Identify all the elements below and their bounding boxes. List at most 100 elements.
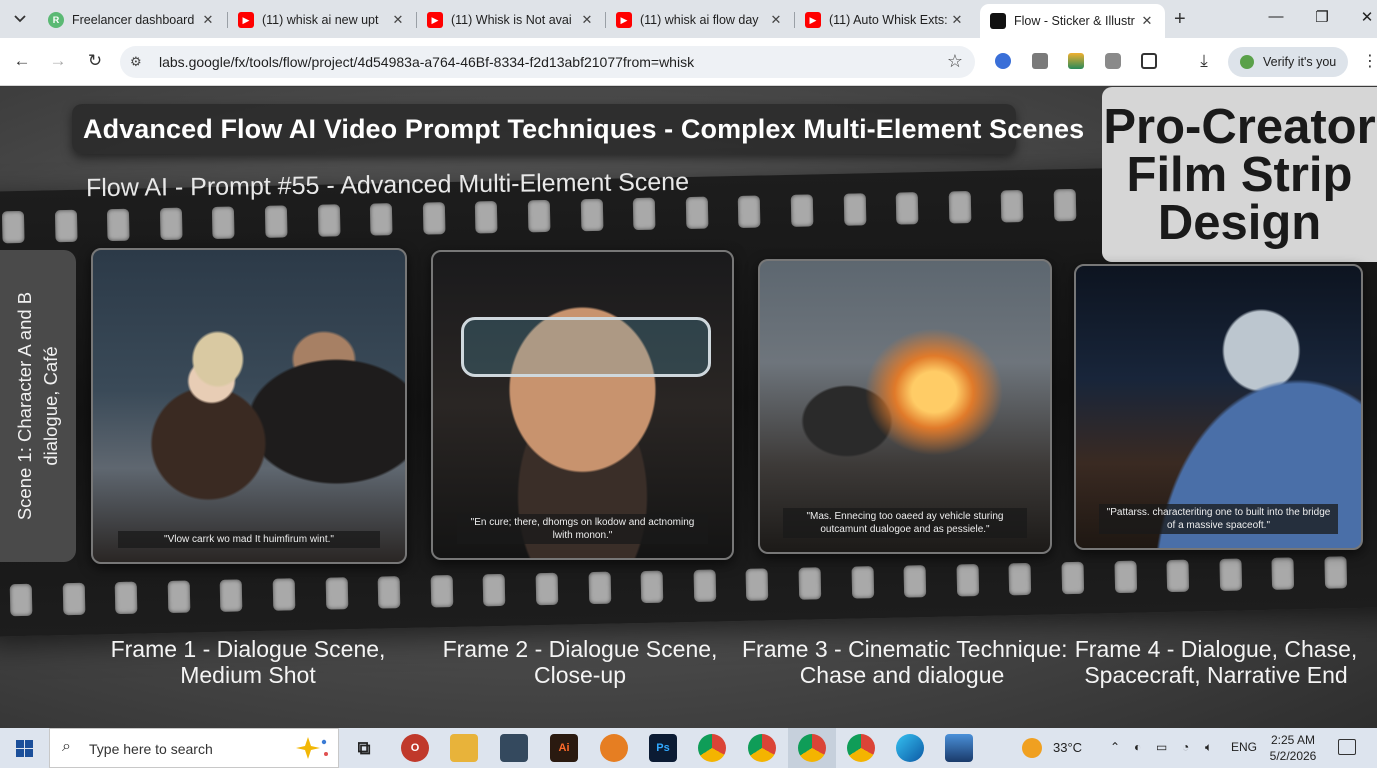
sprocket-hole bbox=[685, 196, 709, 230]
chevron-down-icon bbox=[14, 15, 26, 23]
sprocket-hole bbox=[903, 565, 927, 598]
extension-image-icon[interactable] bbox=[1032, 53, 1048, 69]
sprocket-hole bbox=[1114, 560, 1137, 594]
pro-creator-badge: Pro-Creator Film Strip Design bbox=[1102, 87, 1377, 262]
extension-shield-icon[interactable] bbox=[995, 53, 1011, 69]
profile-verify-button[interactable]: Verify it's you bbox=[1228, 47, 1348, 77]
url-text[interactable]: labs.google/fx/tools/flow/project/4d5498… bbox=[159, 54, 694, 70]
sprocket-hole bbox=[422, 202, 446, 235]
sprocket-hole bbox=[377, 576, 401, 609]
sprocket-hole bbox=[1008, 562, 1032, 596]
tab-youtube-1[interactable]: ▶ (11) whisk ai new upt ✕ bbox=[228, 4, 416, 36]
scene-label: Scene 1: Character A and Bdialogue, Café bbox=[12, 292, 64, 520]
tray-app-icon[interactable]: ◐ bbox=[1134, 740, 1141, 754]
bookmark-star-icon[interactable]: ☆ bbox=[947, 51, 963, 72]
file-explorer-icon[interactable] bbox=[450, 734, 478, 762]
tab-freelancer[interactable]: R Freelancer dashboard ✕ bbox=[38, 4, 226, 36]
app-icon[interactable] bbox=[500, 734, 528, 762]
extension-landscape-icon[interactable] bbox=[1068, 53, 1084, 69]
close-icon[interactable]: ✕ bbox=[579, 12, 595, 28]
weather-sun-icon[interactable] bbox=[1022, 738, 1042, 758]
camera-icon[interactable] bbox=[1105, 53, 1121, 69]
back-button[interactable]: ← bbox=[11, 50, 33, 72]
close-icon[interactable]: ✕ bbox=[200, 12, 216, 28]
sprocket-hole bbox=[895, 192, 919, 225]
scene-label-line: dialogue, Café bbox=[40, 346, 61, 466]
new-tab-button[interactable]: + bbox=[1174, 8, 1186, 31]
tray-chevron-icon[interactable]: ⌃ bbox=[1110, 740, 1120, 754]
sprocket-hole bbox=[9, 583, 33, 617]
sprocket-hole bbox=[745, 568, 769, 601]
download-icon[interactable]: ⤓ bbox=[1193, 50, 1215, 72]
sprocket-hole bbox=[483, 573, 506, 607]
frame-4-image: "Pattarss. characteriting one to built i… bbox=[1074, 264, 1363, 550]
sprocket-hole bbox=[588, 571, 611, 605]
address-bar[interactable]: ⚙ labs.google/fx/tools/flow/project/4d54… bbox=[120, 46, 975, 78]
minimize-button[interactable]: — bbox=[1266, 8, 1286, 25]
illustrator-icon[interactable]: Ai bbox=[550, 734, 578, 762]
sprocket-hole bbox=[1053, 188, 1077, 222]
sprocket-hole bbox=[430, 575, 454, 608]
clock[interactable]: 2:25 AM 5/2/2026 bbox=[1262, 732, 1324, 764]
chrome-icon[interactable] bbox=[847, 734, 875, 762]
language-indicator[interactable]: ENG bbox=[1231, 740, 1257, 754]
restore-button[interactable]: ❐ bbox=[1312, 8, 1332, 26]
sprocket-hole bbox=[948, 191, 972, 224]
photos-icon[interactable] bbox=[945, 734, 973, 762]
chrome-icon[interactable] bbox=[798, 734, 826, 762]
edge-icon[interactable] bbox=[896, 734, 924, 762]
tab-search-button[interactable] bbox=[8, 7, 32, 31]
youtube-icon: ▶ bbox=[238, 12, 254, 28]
chrome-icon[interactable] bbox=[698, 734, 726, 762]
frame-caption: "Pattarss. characteriting one to built i… bbox=[1098, 504, 1339, 534]
tab-youtube-4[interactable]: ▶ (11) Auto Whisk Exts: ✕ bbox=[795, 4, 975, 36]
windows-logo-icon bbox=[15, 739, 33, 757]
extensions-puzzle-icon[interactable] bbox=[1141, 53, 1157, 69]
frame-caption: "Vlow carrk wo mad It huimfirum wint." bbox=[117, 531, 381, 548]
tab-youtube-2[interactable]: ▶ (11) Whisk is Not avai ✕ bbox=[417, 4, 605, 36]
sprocket-hole bbox=[167, 580, 191, 613]
search-highlight-icon bbox=[296, 737, 328, 759]
sprocket-hole bbox=[1001, 189, 1024, 223]
sprocket-row-bottom bbox=[0, 555, 1377, 617]
forward-button[interactable]: → bbox=[47, 50, 69, 72]
badge-line: Design bbox=[1157, 196, 1322, 250]
tab-youtube-3[interactable]: ▶ (11) whisk ai flow day ✕ bbox=[606, 4, 794, 36]
photoshop-icon[interactable]: Ps bbox=[649, 734, 677, 762]
notification-icon[interactable] bbox=[1338, 739, 1356, 755]
tab-flow[interactable]: Flow - Sticker & Illustr ✕ bbox=[980, 4, 1165, 38]
sprocket-hole bbox=[475, 200, 498, 234]
sprocket-hole bbox=[527, 199, 551, 233]
wifi-icon[interactable]: ◔ bbox=[1182, 740, 1189, 754]
opera-icon[interactable]: O bbox=[401, 734, 429, 762]
scene-label-tab: Scene 1: Character A and Bdialogue, Café bbox=[0, 250, 76, 562]
sprocket-hole bbox=[693, 569, 717, 602]
sprocket-hole bbox=[851, 566, 874, 599]
browser-menu-icon[interactable]: ⋮ bbox=[1362, 51, 1377, 71]
clock-time: 2:25 AM bbox=[1270, 733, 1316, 747]
reload-button[interactable]: ↻ bbox=[84, 50, 106, 72]
start-button[interactable] bbox=[0, 728, 48, 768]
frame-label-line: Medium Shot bbox=[180, 662, 316, 688]
frame-label-line: Frame 2 - Dialogue Scene, bbox=[442, 636, 718, 662]
app-orange-icon[interactable] bbox=[600, 734, 628, 762]
temperature[interactable]: 33°C bbox=[1053, 740, 1082, 755]
volume-icon[interactable]: 🔈︎ bbox=[1205, 740, 1212, 755]
frame-label-line: Frame 4 - Dialogue, Chase, bbox=[1074, 636, 1358, 662]
chrome-icon[interactable] bbox=[748, 734, 776, 762]
window-close-button[interactable]: ✕ bbox=[1357, 8, 1377, 26]
site-info-icon[interactable]: ⚙ bbox=[130, 54, 142, 70]
sprocket-hole bbox=[738, 195, 761, 228]
sprocket-hole bbox=[317, 204, 341, 237]
sprocket-hole bbox=[1166, 559, 1190, 593]
close-icon[interactable]: ✕ bbox=[1139, 13, 1155, 29]
sprocket-hole bbox=[220, 579, 243, 612]
close-icon[interactable]: ✕ bbox=[390, 12, 406, 28]
task-view-icon[interactable]: ⧉ bbox=[350, 734, 378, 762]
battery-icon[interactable]: ▭ bbox=[1156, 740, 1167, 754]
search-placeholder: Type here to search bbox=[89, 741, 213, 757]
taskbar-search-box[interactable]: ⌕ Type here to search bbox=[49, 728, 339, 768]
close-icon[interactable]: ✕ bbox=[768, 12, 784, 28]
frame-label-line: Spacecraft, Narrative End bbox=[1084, 662, 1348, 688]
close-icon[interactable]: ✕ bbox=[949, 12, 965, 28]
